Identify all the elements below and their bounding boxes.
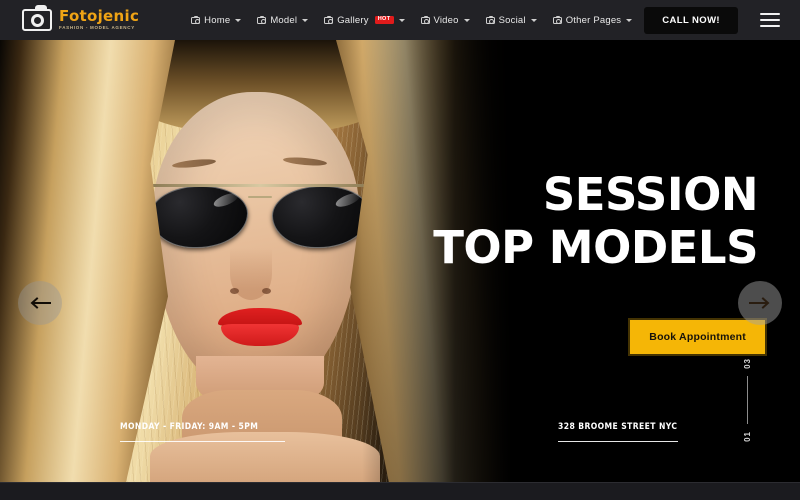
nav-item-social[interactable]: Social (485, 14, 537, 26)
lower-lip (221, 324, 299, 346)
opening-hours-block: MONDAY - FRIDAY: 9AM - 5PM (120, 421, 285, 442)
main-navigation: Home Model Gallery HOT Video Social Othe… (191, 14, 633, 26)
counter-divider (746, 376, 749, 425)
address-label: 328 BROOME STREET NYC (558, 421, 678, 432)
nav-item-model[interactable]: Model (257, 14, 309, 26)
sunglasses-icon (150, 178, 370, 256)
chevron-down-icon (302, 18, 309, 22)
hero-headline: SESSION TOP MODELS (430, 168, 758, 274)
opening-hours-label: MONDAY - FRIDAY: 9AM - 5PM (120, 421, 259, 432)
camera-icon (485, 15, 495, 24)
burger-bar (760, 18, 780, 22)
lens-highlight (334, 190, 362, 210)
burger-bar (760, 12, 780, 16)
lens-highlight (212, 190, 240, 210)
nav-label: Video (433, 14, 459, 26)
site-logo[interactable]: Fotojenic Fashion - Model Agency (22, 5, 139, 31)
camera-icon (324, 15, 334, 24)
camera-lens-icon (30, 13, 44, 27)
camera-icon (552, 15, 562, 24)
logo-text-block: Fotojenic Fashion - Model Agency (59, 9, 139, 31)
slide-total: 01 (743, 431, 752, 442)
hero-headline-line-2: TOP MODELS (433, 221, 758, 275)
book-appointment-button[interactable]: Book Appointment (630, 320, 765, 354)
slide-current: 03 (743, 358, 752, 370)
hero-slider: SESSION TOP MODELS Book Appointment MOND… (0, 40, 800, 482)
logo-title: Fotojenic (59, 7, 140, 26)
nav-item-home[interactable]: Home (191, 14, 242, 26)
header-actions: CALL NOW! (644, 6, 780, 34)
nav-item-other-pages[interactable]: Other Pages (552, 14, 633, 26)
camera-icon (257, 15, 267, 24)
burger-bar (760, 24, 780, 28)
nav-item-video[interactable]: Video (420, 14, 470, 26)
chevron-down-icon (463, 18, 470, 22)
arrow-left-icon (30, 297, 51, 309)
chevron-down-icon (530, 18, 537, 22)
nostril-left (230, 288, 239, 294)
model-lips (218, 308, 302, 346)
slider-next-button[interactable] (738, 281, 782, 325)
sunglass-lens-left (150, 186, 248, 248)
sunglass-brow-bar (152, 184, 368, 187)
hamburger-menu-icon[interactable] (760, 9, 780, 31)
chevron-down-icon (626, 18, 633, 22)
camera-icon (420, 15, 430, 24)
nav-label: Social (498, 14, 526, 26)
slider-prev-button[interactable] (18, 281, 62, 325)
divider (558, 440, 678, 442)
hero-headline-line-1: SESSION (542, 168, 759, 221)
sunglass-lens-right (272, 186, 370, 248)
chevron-down-icon (235, 18, 242, 22)
address-block: 328 BROOME STREET NYC (558, 421, 678, 442)
chevron-down-icon (398, 18, 405, 22)
nav-item-gallery[interactable]: Gallery HOT (324, 14, 405, 26)
call-now-button[interactable]: CALL NOW! (644, 6, 738, 34)
footer-strip (0, 482, 800, 500)
divider (120, 440, 285, 442)
slide-counter: 03 01 (743, 358, 752, 442)
nav-label: Other Pages (565, 14, 622, 26)
logo-subtitle: Fashion - Model Agency (59, 25, 135, 31)
camera-icon (22, 5, 52, 31)
nav-label: Gallery (337, 14, 369, 26)
nav-label: Model (270, 14, 298, 26)
site-header: Fotojenic Fashion - Model Agency Home Mo… (0, 0, 800, 40)
nav-label: Home (204, 14, 231, 26)
arrow-right-icon (749, 297, 770, 309)
nostril-right (262, 288, 271, 294)
camera-icon (191, 15, 201, 24)
sunglass-bridge (248, 196, 272, 198)
page-root: Fotojenic Fashion - Model Agency Home Mo… (0, 0, 800, 500)
hot-badge: HOT (374, 15, 394, 25)
